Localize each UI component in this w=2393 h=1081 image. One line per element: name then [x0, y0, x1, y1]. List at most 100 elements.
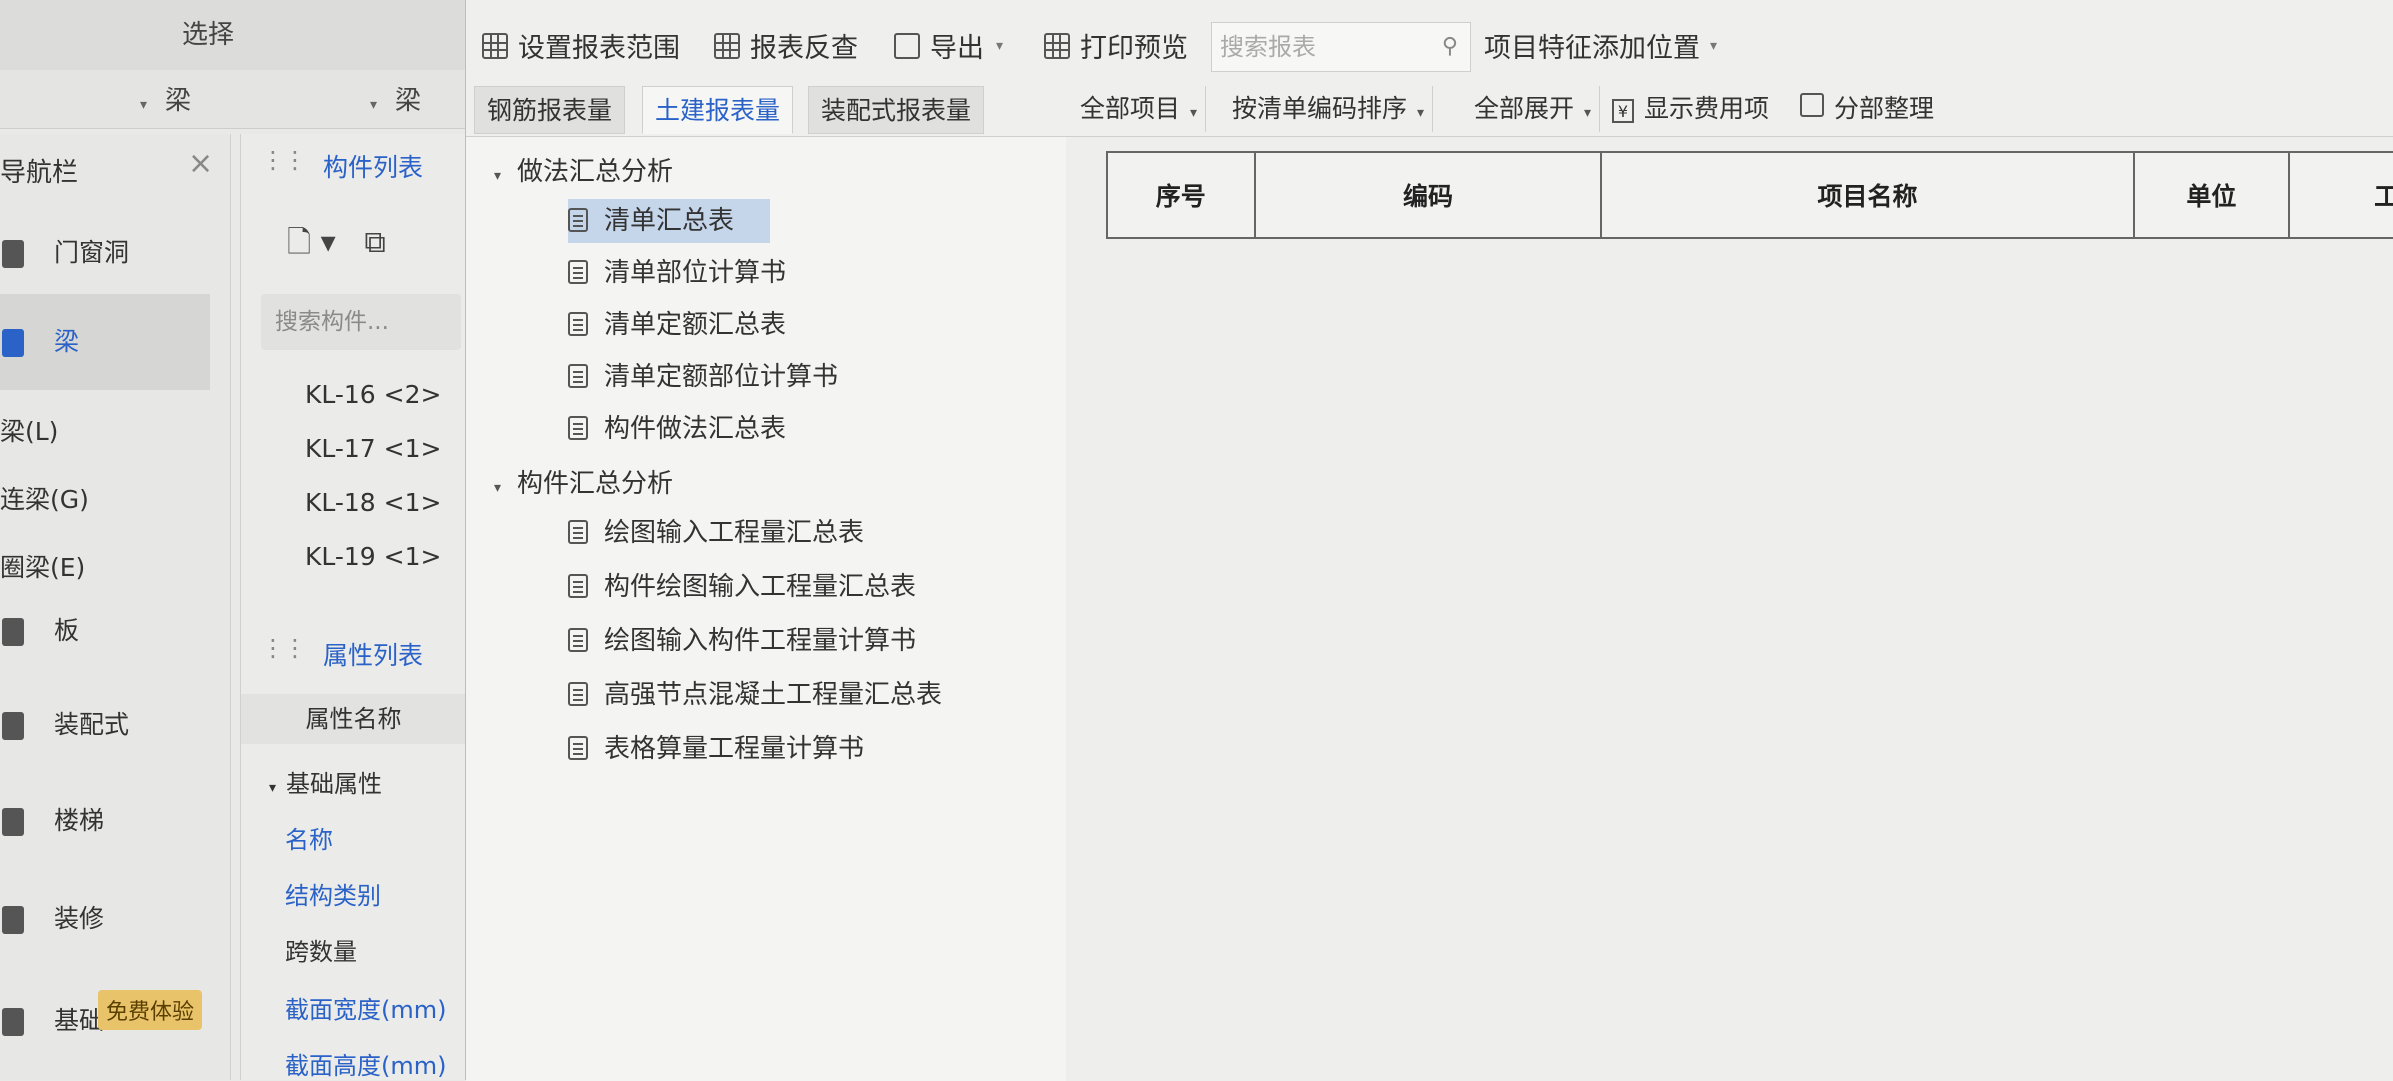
- column-header-index[interactable]: 序号: [1108, 153, 1256, 237]
- tree-item-label: 构件绘图输入工程量汇总表: [604, 572, 917, 602]
- nav-item-prefab[interactable]: 装配式: [0, 690, 210, 760]
- tree-item-table-calc[interactable]: 表格算量工程量计算书: [568, 727, 900, 771]
- nav-item-door-window[interactable]: 门窗洞: [0, 218, 210, 288]
- property-row-section-width[interactable]: 截面宽度(mm): [285, 990, 446, 1025]
- export-button[interactable]: 导出 ▾: [894, 26, 1003, 65]
- property-group-label: 基础属性: [286, 770, 383, 798]
- nav-item-beam[interactable]: 梁: [0, 294, 210, 390]
- property-group-basic[interactable]: ▾ 基础属性: [269, 764, 382, 799]
- nav-subitem-coupling-beam[interactable]: 连梁(G): [0, 480, 89, 516]
- report-window: 设置报表范围 报表反查 导出 ▾ 打印预览 搜索报表 ⚲ 项目特征添加位置 ▾ 钢筋…: [465, 0, 2393, 1081]
- tree-item-bill-quota-summary[interactable]: 清单定额汇总表: [568, 303, 822, 347]
- print-preview-button[interactable]: 打印预览: [1044, 26, 1188, 65]
- nav-subitem-ring-beam[interactable]: 圈梁(E): [0, 548, 85, 584]
- component-list-tab[interactable]: 构件列表: [323, 148, 423, 184]
- drag-handle-icon[interactable]: ⋮⋮: [261, 146, 307, 174]
- floor-filter-combo[interactable]: ▾ 梁: [140, 80, 191, 117]
- set-report-range-button[interactable]: 设置报表范围: [482, 26, 680, 65]
- floor-filter-value: 梁: [165, 86, 192, 116]
- tree-item-label: 高强节点混凝土工程量汇总表: [604, 680, 943, 710]
- report-search-input[interactable]: 搜索报表 ⚲: [1211, 22, 1471, 72]
- sort-by-code-dropdown[interactable]: 按清单编码排序 ▾: [1224, 86, 1434, 132]
- nav-subitem-beam-l[interactable]: 梁(L): [0, 412, 58, 448]
- tree-item-high-strength-node-summary[interactable]: 高强节点混凝土工程量汇总表: [568, 673, 978, 717]
- property-row-name[interactable]: 名称: [285, 820, 333, 855]
- property-row-section-height[interactable]: 截面高度(mm): [285, 1046, 446, 1081]
- tab-rebar-report[interactable]: 钢筋报表量: [474, 86, 626, 134]
- report-doc-icon: [568, 681, 588, 706]
- tree-item-bill-summary[interactable]: 清单汇总表: [568, 199, 771, 243]
- list-item[interactable]: KL-17 <1>: [305, 434, 441, 463]
- tree-item-label: 清单定额部位计算书: [604, 362, 839, 392]
- show-fee-items-button[interactable]: ¥ 显示费用项: [1604, 86, 1777, 132]
- select-title[interactable]: 选择: [182, 14, 234, 51]
- stair-icon: [2, 808, 24, 836]
- show-fee-label: 显示费用项: [1644, 94, 1770, 123]
- column-header-quantity[interactable]: 工程: [2290, 153, 2393, 237]
- print-preview-label: 打印预览: [1080, 33, 1188, 64]
- chevron-down-icon: ▾: [1417, 105, 1425, 121]
- export-label: 导出: [930, 33, 984, 64]
- tree-group-label: 构件汇总分析: [517, 469, 674, 499]
- drag-handle-icon[interactable]: ⋮⋮: [261, 634, 307, 662]
- nav-item-decoration[interactable]: 装修: [0, 884, 210, 954]
- list-item[interactable]: KL-19 <1>: [305, 542, 441, 571]
- free-trial-badge[interactable]: 免费体验: [98, 990, 203, 1030]
- component-search-input[interactable]: 搜索构件...: [261, 294, 461, 350]
- new-component-icon[interactable]: 🗋 ▾ ⧉: [287, 220, 386, 271]
- list-item[interactable]: KL-16 <2>: [305, 380, 441, 409]
- tree-item-bill-quota-location-calc[interactable]: 清单定额部位计算书: [568, 355, 874, 399]
- property-row-structure-type[interactable]: 结构类别: [285, 876, 381, 911]
- tree-item-component-method-summary[interactable]: 构件做法汇总表: [568, 407, 822, 451]
- foundation-icon: [2, 1008, 24, 1036]
- feature-position-label: 项目特征添加位置: [1484, 33, 1700, 64]
- chevron-down-icon: ▾: [1710, 37, 1718, 54]
- report-doc-icon: [568, 415, 588, 440]
- property-row-span-count[interactable]: 跨数量: [285, 932, 357, 967]
- tab-civil-report[interactable]: 土建报表量: [642, 86, 794, 134]
- report-options-bar: 全部项目 ▾ 按清单编码排序 ▾ 全部展开 ▾ ¥ 显示费用项 分部整理: [1066, 80, 2393, 136]
- top-bar: 选择: [0, 0, 465, 71]
- beam-icon: [2, 329, 24, 357]
- filter-row: ▾ 梁 ▾ 梁: [0, 70, 465, 129]
- report-doc-icon: [568, 363, 588, 388]
- column-header-unit[interactable]: 单位: [2135, 153, 2291, 237]
- all-items-dropdown[interactable]: 全部项目 ▾: [1072, 86, 1207, 132]
- chevron-down-icon: ▾: [140, 97, 148, 113]
- nav-item-label: 板: [54, 616, 80, 645]
- prefab-icon: [2, 712, 24, 740]
- nav-item-slab[interactable]: 板: [0, 596, 210, 666]
- search-icon[interactable]: ⚲: [1442, 23, 1458, 71]
- section-tidy-button[interactable]: 分部整理: [1792, 86, 1942, 132]
- tree-item-drawing-component-calc[interactable]: 绘图输入构件工程量计算书: [568, 619, 952, 663]
- report-doc-icon: [568, 311, 588, 336]
- close-icon[interactable]: ×: [188, 146, 213, 181]
- tree-item-component-drawing-summary[interactable]: 构件绘图输入工程量汇总表: [568, 565, 952, 609]
- property-name-header: 属性名称: [241, 694, 466, 744]
- column-header-code[interactable]: 编码: [1256, 153, 1603, 237]
- type-filter-combo[interactable]: ▾ 梁: [370, 80, 421, 117]
- export-icon: [894, 32, 920, 59]
- nav-item-label: 门窗洞: [54, 238, 130, 267]
- tree-item-label: 清单汇总表: [604, 206, 735, 236]
- property-list-tab[interactable]: 属性列表: [323, 636, 423, 672]
- feature-position-dropdown[interactable]: 项目特征添加位置 ▾: [1484, 26, 1717, 65]
- tree-item-label: 构件做法汇总表: [604, 414, 787, 444]
- expand-all-dropdown[interactable]: 全部展开 ▾: [1466, 86, 1601, 132]
- tree-group-method-summary[interactable]: ▾ 做法汇总分析: [494, 151, 673, 188]
- tab-prefab-report[interactable]: 装配式报表量: [808, 86, 985, 134]
- reverse-check-icon: [714, 32, 740, 59]
- tree-item-bill-location-calc[interactable]: 清单部位计算书: [568, 251, 822, 295]
- list-item[interactable]: KL-18 <1>: [305, 488, 441, 517]
- slab-icon: [2, 618, 24, 646]
- nav-item-stair[interactable]: 楼梯: [0, 786, 210, 856]
- report-tab-strip: 钢筋报表量 土建报表量 装配式报表量: [466, 80, 1066, 136]
- tree-item-drawing-input-summary[interactable]: 绘图输入工程量汇总表: [568, 511, 900, 555]
- tree-group-component-summary[interactable]: ▾ 构件汇总分析: [494, 463, 673, 500]
- column-header-item-name[interactable]: 项目名称: [1602, 153, 2135, 237]
- chevron-down-icon: ▾: [996, 37, 1004, 54]
- report-reverse-check-button[interactable]: 报表反查: [714, 26, 858, 65]
- tree-item-label: 清单定额汇总表: [604, 310, 787, 340]
- report-doc-icon: [568, 735, 588, 760]
- report-doc-icon: [568, 519, 588, 544]
